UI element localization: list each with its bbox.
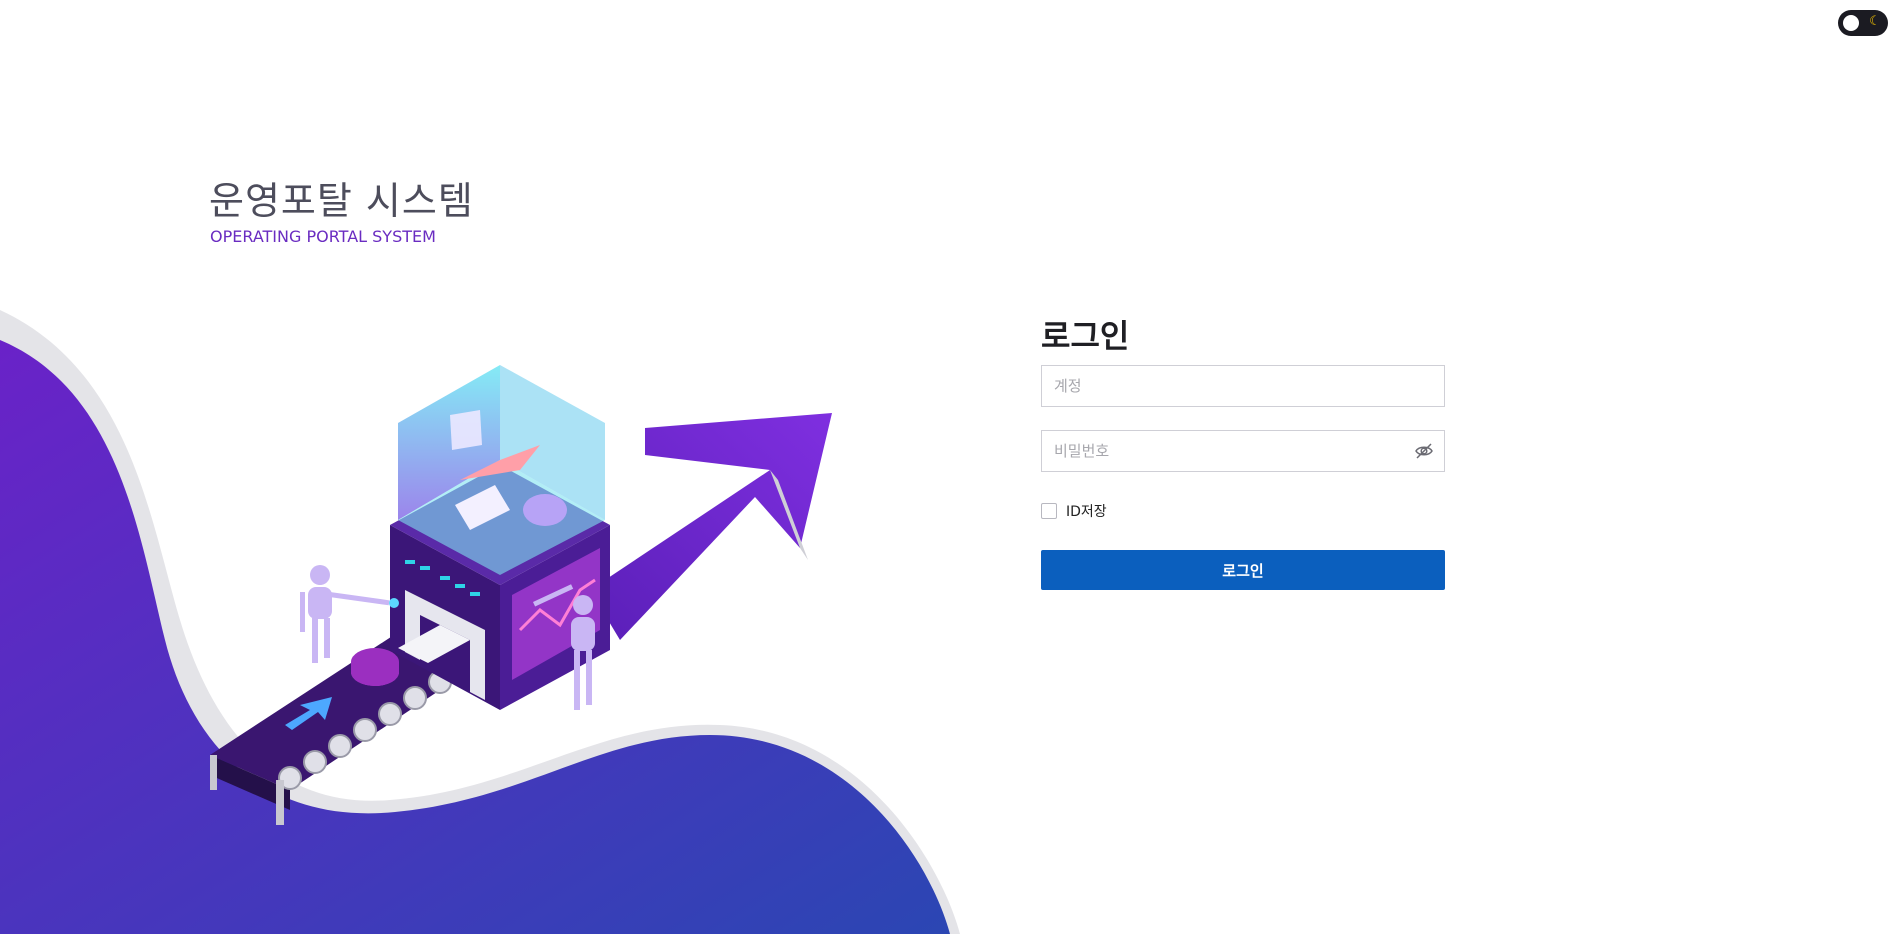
password-input[interactable] [1042,431,1394,471]
login-panel: 로그인 ID저장 로그인 [1041,316,1445,590]
login-heading: 로그인 [1041,317,1130,355]
hero-illustration [0,310,960,934]
login-button[interactable]: 로그인 [1041,550,1445,590]
moon-icon: ☾ [1869,14,1881,29]
brand-title: 운영포탈 시스템 [209,179,474,223]
theme-toggle[interactable]: ☾ [1838,10,1888,36]
remember-id-label: ID저장 [1066,504,1107,520]
eye-off-icon[interactable] [1414,441,1434,461]
toggle-knob [1843,15,1859,31]
remember-id-checkbox[interactable] [1041,503,1057,519]
account-field [1041,365,1445,407]
remember-id[interactable]: ID저장 [1041,501,1107,521]
growth-arrow [590,413,832,640]
account-input[interactable] [1042,366,1394,406]
password-field [1041,430,1445,472]
brand-subtitle: OPERATING PORTAL SYSTEM [210,227,436,246]
